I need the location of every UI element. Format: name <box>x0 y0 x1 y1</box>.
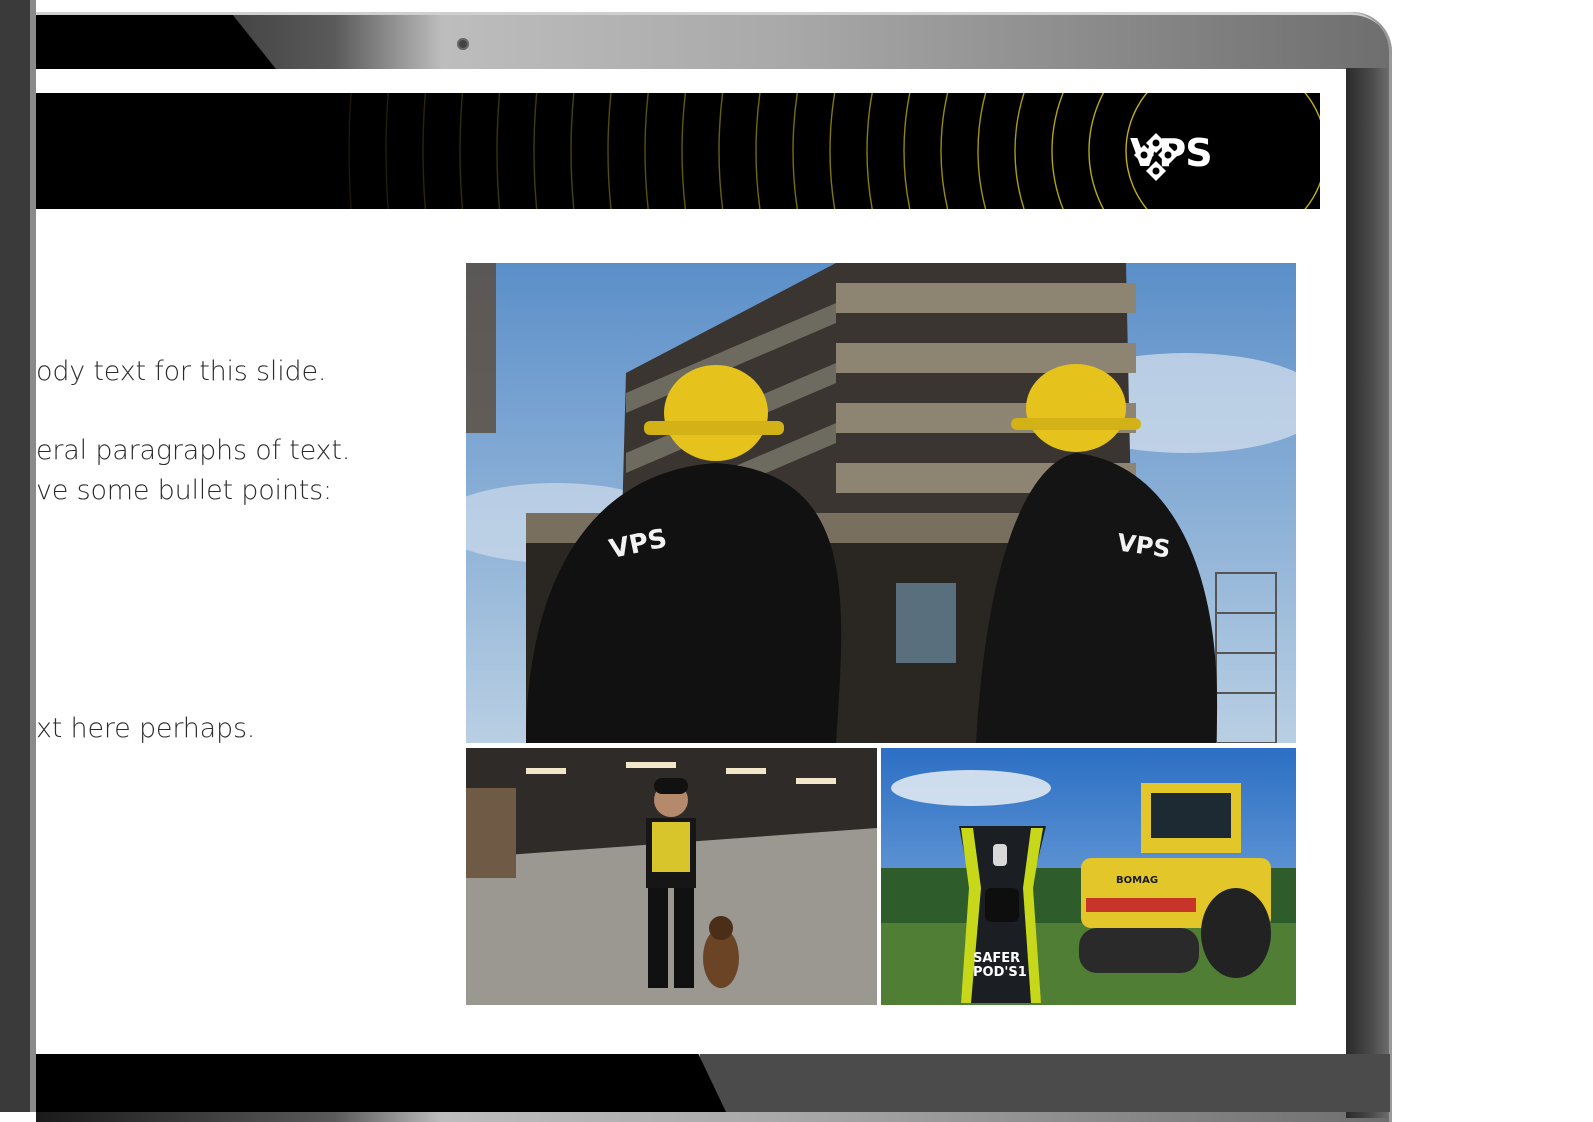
concentric-arcs-graphic <box>348 93 1320 209</box>
background-left-strip <box>0 0 36 1112</box>
roller-brand: BOMAG <box>1116 875 1158 886</box>
photo-safer-pod-roller: SAFER POD'S1 BOMAG <box>881 748 1296 1005</box>
photo-workers-building: VPS VPS <box>466 263 1296 743</box>
laptop-bottom-bezel <box>36 1054 726 1112</box>
pod-label-2: POD'S1 <box>973 965 1027 980</box>
laptop-bezel-right <box>1346 68 1388 1118</box>
header-arc <box>755 93 761 209</box>
laptop-screen: VPS ody text for this slide. eral paragr… <box>36 69 1346 1054</box>
body-text-line-2: eral paragraphs of text. <box>36 435 351 466</box>
header-arc <box>644 93 650 209</box>
slide-header-bar: VPS <box>36 93 1320 209</box>
vps-logo-icon <box>1134 133 1178 181</box>
webcam-icon <box>457 38 469 50</box>
body-text-line-4: xt here perhaps. <box>36 713 256 744</box>
laptop-bottom-edge <box>700 1054 1390 1112</box>
vps-logo: VPS <box>1130 131 1213 181</box>
body-text-line-3: ve some bullet points: <box>36 475 332 506</box>
header-arc <box>681 93 687 209</box>
photo-security-guard-dog <box>466 748 877 1005</box>
pod-label-1: SAFER <box>973 951 1020 966</box>
body-text-line-1: ody text for this slide. <box>36 356 327 387</box>
header-arc <box>866 93 873 209</box>
header-arc <box>903 93 911 209</box>
header-arc <box>792 93 799 209</box>
header-arc <box>607 93 612 209</box>
